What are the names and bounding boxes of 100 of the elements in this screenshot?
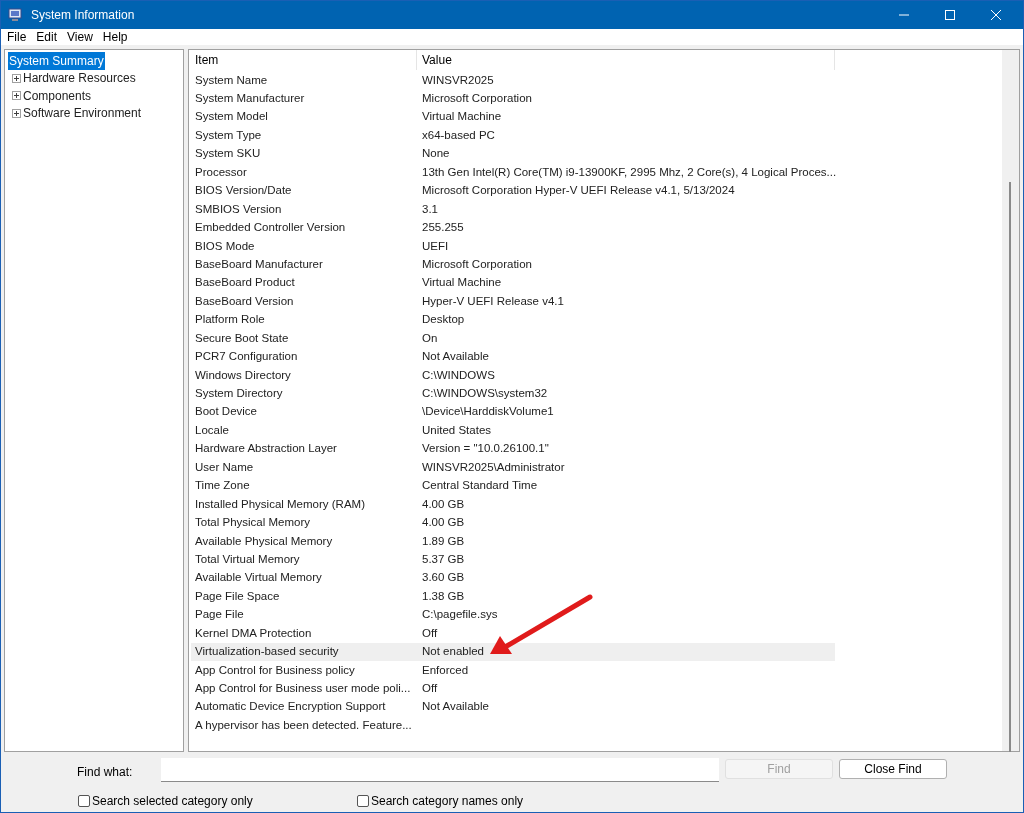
table-row[interactable]: Kernel DMA Protection Off bbox=[191, 624, 835, 643]
table-row[interactable]: System Directory C:\WINDOWS\system32 bbox=[191, 384, 835, 403]
column-header[interactable]: Item bbox=[191, 49, 417, 70]
table-cell-text: User Name bbox=[194, 459, 255, 475]
table-row[interactable]: PCR7 Configuration Not Available bbox=[191, 347, 835, 366]
menu-item[interactable]: View bbox=[63, 28, 97, 46]
table-row[interactable]: Available Virtual Memory 3.60 GB bbox=[191, 568, 835, 588]
table-cell-text: A hypervisor has been detected. Feature... bbox=[194, 717, 413, 733]
table-row[interactable]: Locale United States bbox=[191, 421, 835, 440]
table-cell-text: Embedded Controller Version bbox=[194, 220, 347, 236]
table-row[interactable]: System Type x64-based PC bbox=[191, 126, 835, 145]
table-row[interactable]: A hypervisor has been detected. Feature... bbox=[191, 716, 835, 735]
table-cell-text: Available Virtual Memory bbox=[194, 570, 323, 586]
checkbox-label[interactable]: Search category names only bbox=[371, 792, 524, 810]
table-cell-text: 1.89 GB bbox=[421, 533, 465, 549]
table-cell-text: \Device\HarddiskVolume1 bbox=[421, 404, 554, 420]
checkbox[interactable] bbox=[357, 795, 369, 807]
table-cell-text: UEFI bbox=[421, 238, 449, 254]
table-cell-text: BaseBoard Version bbox=[194, 293, 295, 309]
table-cell-text: Windows Directory bbox=[194, 367, 292, 383]
table-row[interactable]: Automatic Device Encryption Support Not Available bbox=[191, 697, 835, 717]
table-cell-text: On bbox=[421, 330, 438, 346]
checkbox-label[interactable]: Search selected category only bbox=[92, 792, 253, 810]
table-row[interactable]: Processor 13th Gen Intel(R) Core(TM) i9-13900KF, 2995 Mhz, 2 Core(s), 4 Logical Proces... bbox=[191, 163, 835, 182]
tree-item[interactable]: Software Environment bbox=[22, 104, 143, 123]
table-row[interactable]: SMBIOS Version 3.1 bbox=[191, 200, 835, 219]
expand-icon[interactable] bbox=[12, 108, 21, 118]
table-row[interactable]: System Model Virtual Machine bbox=[191, 107, 835, 127]
app-icon bbox=[7, 7, 23, 23]
table-cell-text: Central Standard Time bbox=[421, 478, 538, 494]
table-row[interactable]: Hardware Abstraction Layer Version = "10.0.26100.1" bbox=[191, 439, 835, 459]
table-row[interactable]: System Name WINSVR2025 bbox=[191, 71, 835, 90]
table-cell-text: System SKU bbox=[194, 146, 262, 162]
table-cell-text: System Manufacturer bbox=[194, 91, 306, 107]
expand-icon[interactable] bbox=[12, 73, 21, 83]
table-row[interactable]: System SKU None bbox=[191, 144, 835, 164]
table-cell-text: BIOS Mode bbox=[194, 238, 256, 254]
table-cell-text: System Type bbox=[194, 127, 263, 143]
table-cell-text: BaseBoard Manufacturer bbox=[194, 256, 324, 272]
table-cell-text: Total Physical Memory bbox=[194, 515, 312, 531]
table-row[interactable]: Secure Boot State On bbox=[191, 329, 835, 348]
table-row[interactable]: Windows Directory C:\WINDOWS bbox=[191, 366, 835, 385]
table-cell-text: 4.00 GB bbox=[421, 515, 465, 531]
table-row[interactable]: Time Zone Central Standard Time bbox=[191, 476, 835, 496]
table-cell-text: BaseBoard Product bbox=[194, 275, 296, 291]
table-cell-text: x64-based PC bbox=[421, 127, 495, 143]
table-cell-text: WINSVR2025\Administrator bbox=[421, 459, 565, 475]
table-cell-text: 1.38 GB bbox=[421, 588, 465, 604]
table-row[interactable]: Installed Physical Memory (RAM) 4.00 GB bbox=[191, 495, 835, 514]
table-cell-text: App Control for Business policy bbox=[194, 662, 356, 678]
checkbox[interactable] bbox=[78, 795, 90, 807]
table-row[interactable]: BaseBoard Manufacturer Microsoft Corporation bbox=[191, 255, 835, 274]
table-row[interactable]: Available Physical Memory 1.89 GB bbox=[191, 531, 835, 551]
menu-item[interactable]: Edit bbox=[32, 28, 62, 46]
scrollbar-thumb[interactable] bbox=[1009, 182, 1011, 752]
table-cell-text: SMBIOS Version bbox=[194, 201, 283, 217]
close-find-button[interactable]: Close Find bbox=[839, 759, 947, 779]
column-header[interactable]: Value bbox=[417, 49, 835, 70]
table-row[interactable]: Boot Device \Device\HarddiskVolume1 bbox=[191, 402, 835, 422]
table-row[interactable]: Total Virtual Memory 5.37 GB bbox=[191, 550, 835, 569]
table-cell-text: C:\pagefile.sys bbox=[421, 607, 498, 623]
table-cell-text: None bbox=[421, 146, 450, 162]
table-cell-text: Total Virtual Memory bbox=[194, 551, 301, 567]
table-cell-text: 5.37 GB bbox=[421, 551, 465, 567]
table-cell-text: C:\WINDOWS bbox=[421, 367, 495, 383]
table-row[interactable]: BaseBoard Product Virtual Machine bbox=[191, 273, 835, 293]
table-cell-text: 3.60 GB bbox=[421, 570, 465, 586]
table-cell-text: Secure Boot State bbox=[194, 330, 290, 346]
table-row[interactable]: Page File C:\pagefile.sys bbox=[191, 605, 835, 625]
table-cell-text: Processor bbox=[194, 164, 248, 180]
table-cell-text: Platform Role bbox=[194, 312, 266, 328]
table-row[interactable]: BIOS Mode UEFI bbox=[191, 236, 835, 256]
table-row[interactable]: App Control for Business user mode poli... Off bbox=[191, 679, 835, 698]
table-row[interactable]: BIOS Version/Date Microsoft Corporation Hyper-V UEFI Release v4.1, 5/13/2024 bbox=[191, 181, 835, 201]
table-cell-text: Automatic Device Encryption Support bbox=[194, 699, 387, 715]
menu-item[interactable]: Help bbox=[98, 28, 132, 46]
table-row[interactable]: App Control for Business policy Enforced bbox=[191, 661, 835, 680]
expand-icon[interactable] bbox=[12, 91, 21, 101]
tree-item[interactable]: System Summary bbox=[8, 51, 105, 70]
table-row[interactable]: User Name WINSVR2025\Administrator bbox=[191, 458, 835, 477]
table-cell-text: PCR7 Configuration bbox=[194, 349, 299, 365]
menu-item[interactable]: File bbox=[3, 28, 31, 46]
table-row[interactable]: Platform Role Desktop bbox=[191, 310, 835, 330]
table-row[interactable]: Total Physical Memory 4.00 GB bbox=[191, 513, 835, 532]
table-cell-text: Enforced bbox=[421, 662, 469, 678]
scrollbar[interactable] bbox=[1002, 50, 1019, 751]
table-cell-text: Installed Physical Memory (RAM) bbox=[194, 496, 366, 512]
table-row[interactable]: System Manufacturer Microsoft Corporation bbox=[191, 89, 835, 108]
table-cell-text: Not Available bbox=[421, 699, 489, 715]
table-row[interactable]: BaseBoard Version Hyper-V UEFI Release v4.1 bbox=[191, 292, 835, 311]
table-cell-text: United States bbox=[421, 422, 492, 438]
table-cell-text: System Directory bbox=[194, 386, 284, 402]
table-row[interactable]: Page File Space 1.38 GB bbox=[191, 587, 835, 606]
tree-item[interactable]: Components bbox=[22, 86, 93, 105]
close-icon bbox=[991, 10, 1001, 20]
find-input[interactable] bbox=[161, 758, 719, 782]
table-cell-text: App Control for Business user mode poli... bbox=[194, 681, 412, 697]
table-row[interactable]: Virtualization-based security Not enabled bbox=[191, 642, 835, 661]
tree-item[interactable]: Hardware Resources bbox=[22, 69, 137, 88]
table-row[interactable]: Embedded Controller Version 255.255 bbox=[191, 218, 835, 237]
